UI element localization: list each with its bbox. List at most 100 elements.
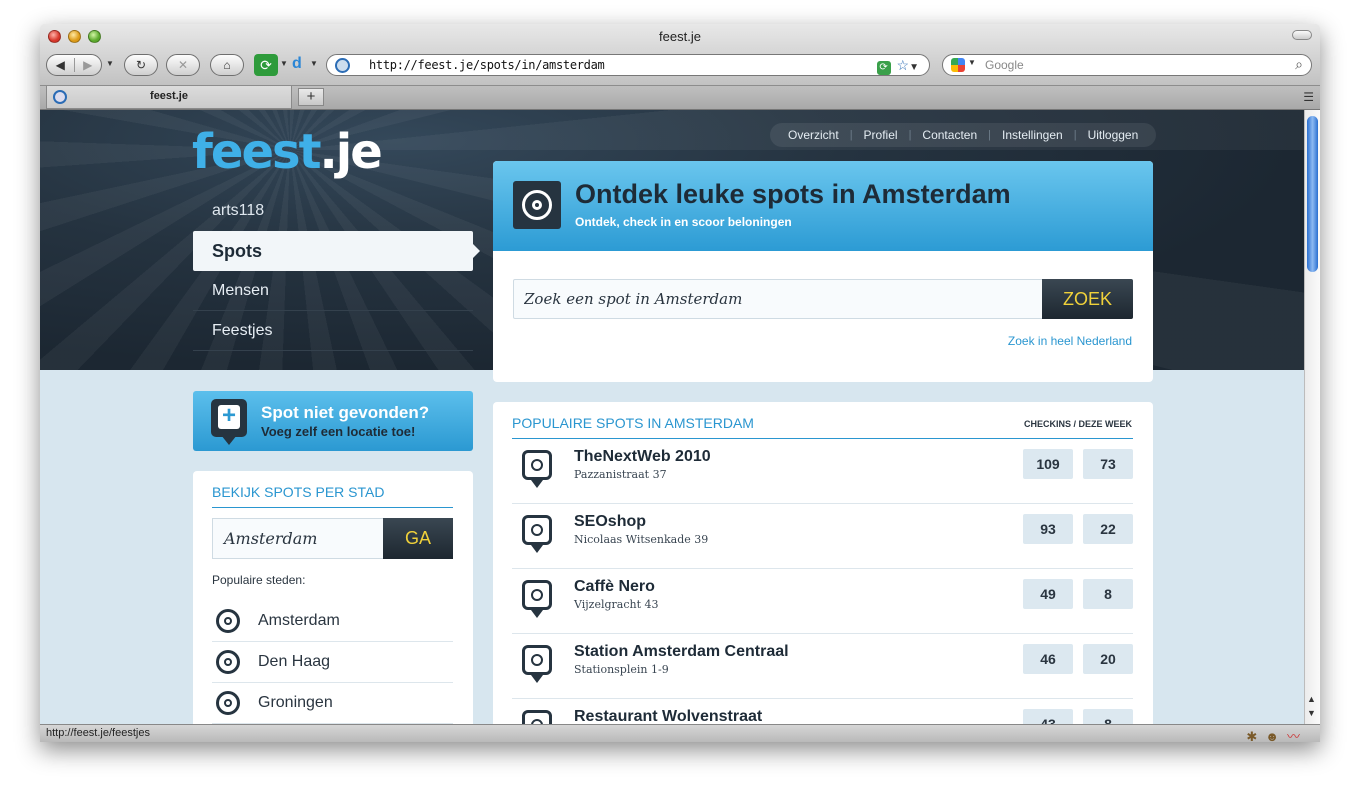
city-box-heading: BEKIJK SPOTS PER STAD bbox=[212, 484, 385, 500]
columns-label: CHECKINS / DEZE WEEK bbox=[1023, 419, 1132, 429]
address-bar[interactable]: http://feest.je/spots/in/amsterdam ⟳ ☆▼ bbox=[326, 54, 930, 76]
sidebar-item-mensen[interactable]: Mensen bbox=[193, 271, 473, 311]
city-name[interactable]: Den Haag bbox=[258, 653, 330, 671]
site-identity-icon[interactable] bbox=[335, 58, 350, 73]
back-forward-buttons[interactable]: ◀ ▶ bbox=[46, 54, 102, 76]
window-title: feest.je bbox=[659, 29, 701, 44]
go-button[interactable]: GA bbox=[383, 518, 453, 559]
search-placeholder[interactable]: Google bbox=[985, 58, 1024, 72]
stop-button[interactable]: ✕ bbox=[166, 54, 200, 76]
monkey-icon[interactable]: ☻ bbox=[1265, 729, 1287, 742]
toolbar-toggle-button[interactable] bbox=[1292, 30, 1312, 40]
map-pin-icon bbox=[522, 515, 552, 553]
url-text[interactable]: http://feest.je/spots/in/amsterdam bbox=[369, 58, 605, 72]
table-row[interactable]: SEOshop Nicolaas Witsenkade 39 93 22 bbox=[512, 504, 1133, 569]
map-pin-icon bbox=[522, 710, 552, 724]
sync-extension-icon[interactable]: ⟳ bbox=[254, 54, 278, 76]
extension-caret-icon-2[interactable]: ▼ bbox=[310, 59, 318, 68]
checkins-count: 43 bbox=[1023, 709, 1073, 724]
vertical-scrollbar[interactable]: ▲ ▼ bbox=[1304, 110, 1320, 724]
spot-name[interactable]: SEOshop bbox=[574, 513, 646, 531]
new-tab-button[interactable]: + bbox=[298, 88, 324, 106]
city-field-value[interactable]: Amsterdam bbox=[224, 529, 317, 548]
scroll-down-arrow-icon[interactable]: ▼ bbox=[1307, 708, 1316, 718]
city-field[interactable]: Amsterdam GA bbox=[212, 518, 453, 559]
forward-arrow-icon[interactable]: ▶ bbox=[75, 58, 102, 72]
scrollbar-thumb[interactable] bbox=[1307, 116, 1318, 272]
nav-separator: | bbox=[1073, 129, 1077, 141]
bug-icon[interactable]: ✱ bbox=[1246, 729, 1265, 742]
spot-address: Pazzanistraat 37 bbox=[574, 468, 667, 481]
bookmark-star-icon[interactable]: ☆ bbox=[897, 57, 910, 73]
search-engine-caret-icon[interactable]: ▼ bbox=[968, 58, 976, 67]
page-viewport: feest.je Overzicht | Profiel | Contacten | … bbox=[40, 110, 1304, 724]
hero-panel: Ontdek leuke spots in Amsterdam Ontdek, … bbox=[493, 161, 1153, 382]
site-logo[interactable]: feest.je bbox=[192, 124, 383, 180]
page-title: Ontdek leuke spots in Amsterdam bbox=[575, 179, 1011, 209]
divider bbox=[212, 507, 453, 508]
nav-uitloggen[interactable]: Uitloggen bbox=[1088, 128, 1139, 142]
status-bar: http://feest.je/feestjes ✱☻〰 bbox=[40, 724, 1320, 742]
delicious-extension-icon[interactable]: d bbox=[292, 55, 308, 75]
graph-icon[interactable]: 〰 bbox=[1287, 729, 1308, 742]
spot-name[interactable]: TheNextWeb 2010 bbox=[574, 448, 711, 466]
nav-profiel[interactable]: Profiel bbox=[864, 128, 898, 142]
add-spot-banner[interactable]: + Spot niet gevonden? Voeg zelf een loca… bbox=[193, 391, 473, 451]
history-caret-icon[interactable]: ▼ bbox=[106, 59, 114, 68]
spot-search-input[interactable] bbox=[514, 280, 1042, 318]
spot-name[interactable]: Caffè Nero bbox=[574, 578, 655, 596]
browser-toolbar: feest.je ◀ ▶ ▼ ↻ ✕ ⌂ ⟳ ▼ d ▼ http://fees… bbox=[40, 24, 1320, 86]
city-name[interactable]: Groningen bbox=[258, 694, 333, 712]
sidebar-item-spots[interactable]: Spots bbox=[193, 231, 480, 271]
tab-title[interactable]: feest.je bbox=[47, 90, 291, 102]
table-row[interactable]: Caffè Nero Vijzelgracht 43 49 8 bbox=[512, 569, 1133, 634]
tab-list-icon[interactable]: ☰ bbox=[1303, 90, 1314, 104]
tab-feestje[interactable]: feest.je bbox=[46, 86, 292, 109]
username[interactable]: arts118 bbox=[212, 202, 264, 220]
url-dropdown-icon[interactable]: ▼ bbox=[909, 62, 919, 73]
nav-overzicht[interactable]: Overzicht bbox=[788, 128, 839, 142]
address-bar-icons[interactable]: ⟳ ☆▼ bbox=[876, 57, 919, 75]
home-button[interactable]: ⌂ bbox=[210, 54, 244, 76]
search-bar[interactable]: ▼ Google ⌕ bbox=[942, 54, 1312, 76]
stop-icon: ✕ bbox=[177, 58, 189, 72]
spot-search: ZOEK bbox=[513, 279, 1133, 319]
back-arrow-icon[interactable]: ◀ bbox=[47, 58, 75, 72]
list-item[interactable]: Groningen bbox=[212, 683, 453, 724]
search-icon[interactable]: ⌕ bbox=[1295, 56, 1303, 73]
sidebar-item-feestjes[interactable]: Feestjes bbox=[193, 311, 473, 351]
spot-name[interactable]: Restaurant Wolvenstraat bbox=[574, 708, 762, 724]
week-count: 22 bbox=[1083, 514, 1133, 544]
spot-address: Stationsplein 1-9 bbox=[574, 663, 669, 676]
add-spot-subtitle: Voeg zelf een locatie toe! bbox=[261, 424, 416, 439]
scroll-up-arrow-icon[interactable]: ▲ bbox=[1307, 694, 1316, 704]
search-button[interactable]: ZOEK bbox=[1042, 279, 1133, 319]
city-list: Amsterdam Den Haag Groningen bbox=[212, 601, 453, 724]
top-navigation: Overzicht | Profiel | Contacten | Instellin… bbox=[770, 123, 1157, 147]
list-item[interactable]: Den Haag bbox=[212, 642, 453, 683]
extension-caret-icon[interactable]: ▼ bbox=[280, 59, 288, 68]
popular-spots-heading: POPULAIRE SPOTS IN AMSTERDAM bbox=[512, 415, 754, 431]
table-row[interactable]: Station Amsterdam Centraal Stationsplein… bbox=[512, 634, 1133, 699]
spot-list: TheNextWeb 2010 Pazzanistraat 37 109 73 … bbox=[512, 439, 1133, 724]
status-extension-icons[interactable]: ✱☻〰 bbox=[1246, 726, 1308, 742]
list-item[interactable]: Amsterdam bbox=[212, 601, 453, 642]
target-icon bbox=[513, 181, 561, 229]
nav-separator: | bbox=[908, 129, 912, 141]
search-all-netherlands-link[interactable]: Zoek in heel Nederland bbox=[1008, 334, 1132, 348]
map-pin-icon bbox=[522, 580, 552, 618]
nav-contacten[interactable]: Contacten bbox=[922, 128, 977, 142]
map-pin-icon bbox=[522, 645, 552, 683]
google-icon[interactable] bbox=[951, 58, 965, 72]
city-name[interactable]: Amsterdam bbox=[258, 612, 340, 630]
checkins-count: 49 bbox=[1023, 579, 1073, 609]
feed-icon[interactable]: ⟳ bbox=[876, 61, 891, 75]
table-row[interactable]: TheNextWeb 2010 Pazzanistraat 37 109 73 bbox=[512, 439, 1133, 504]
reload-button[interactable]: ↻ bbox=[124, 54, 158, 76]
nav-instellingen[interactable]: Instellingen bbox=[1002, 128, 1063, 142]
spot-address: Nicolaas Witsenkade 39 bbox=[574, 533, 709, 546]
table-row[interactable]: Restaurant Wolvenstraat 43 8 bbox=[512, 699, 1133, 724]
spot-name[interactable]: Station Amsterdam Centraal bbox=[574, 643, 789, 661]
map-pin-icon bbox=[522, 450, 552, 488]
home-icon: ⌂ bbox=[223, 58, 231, 72]
